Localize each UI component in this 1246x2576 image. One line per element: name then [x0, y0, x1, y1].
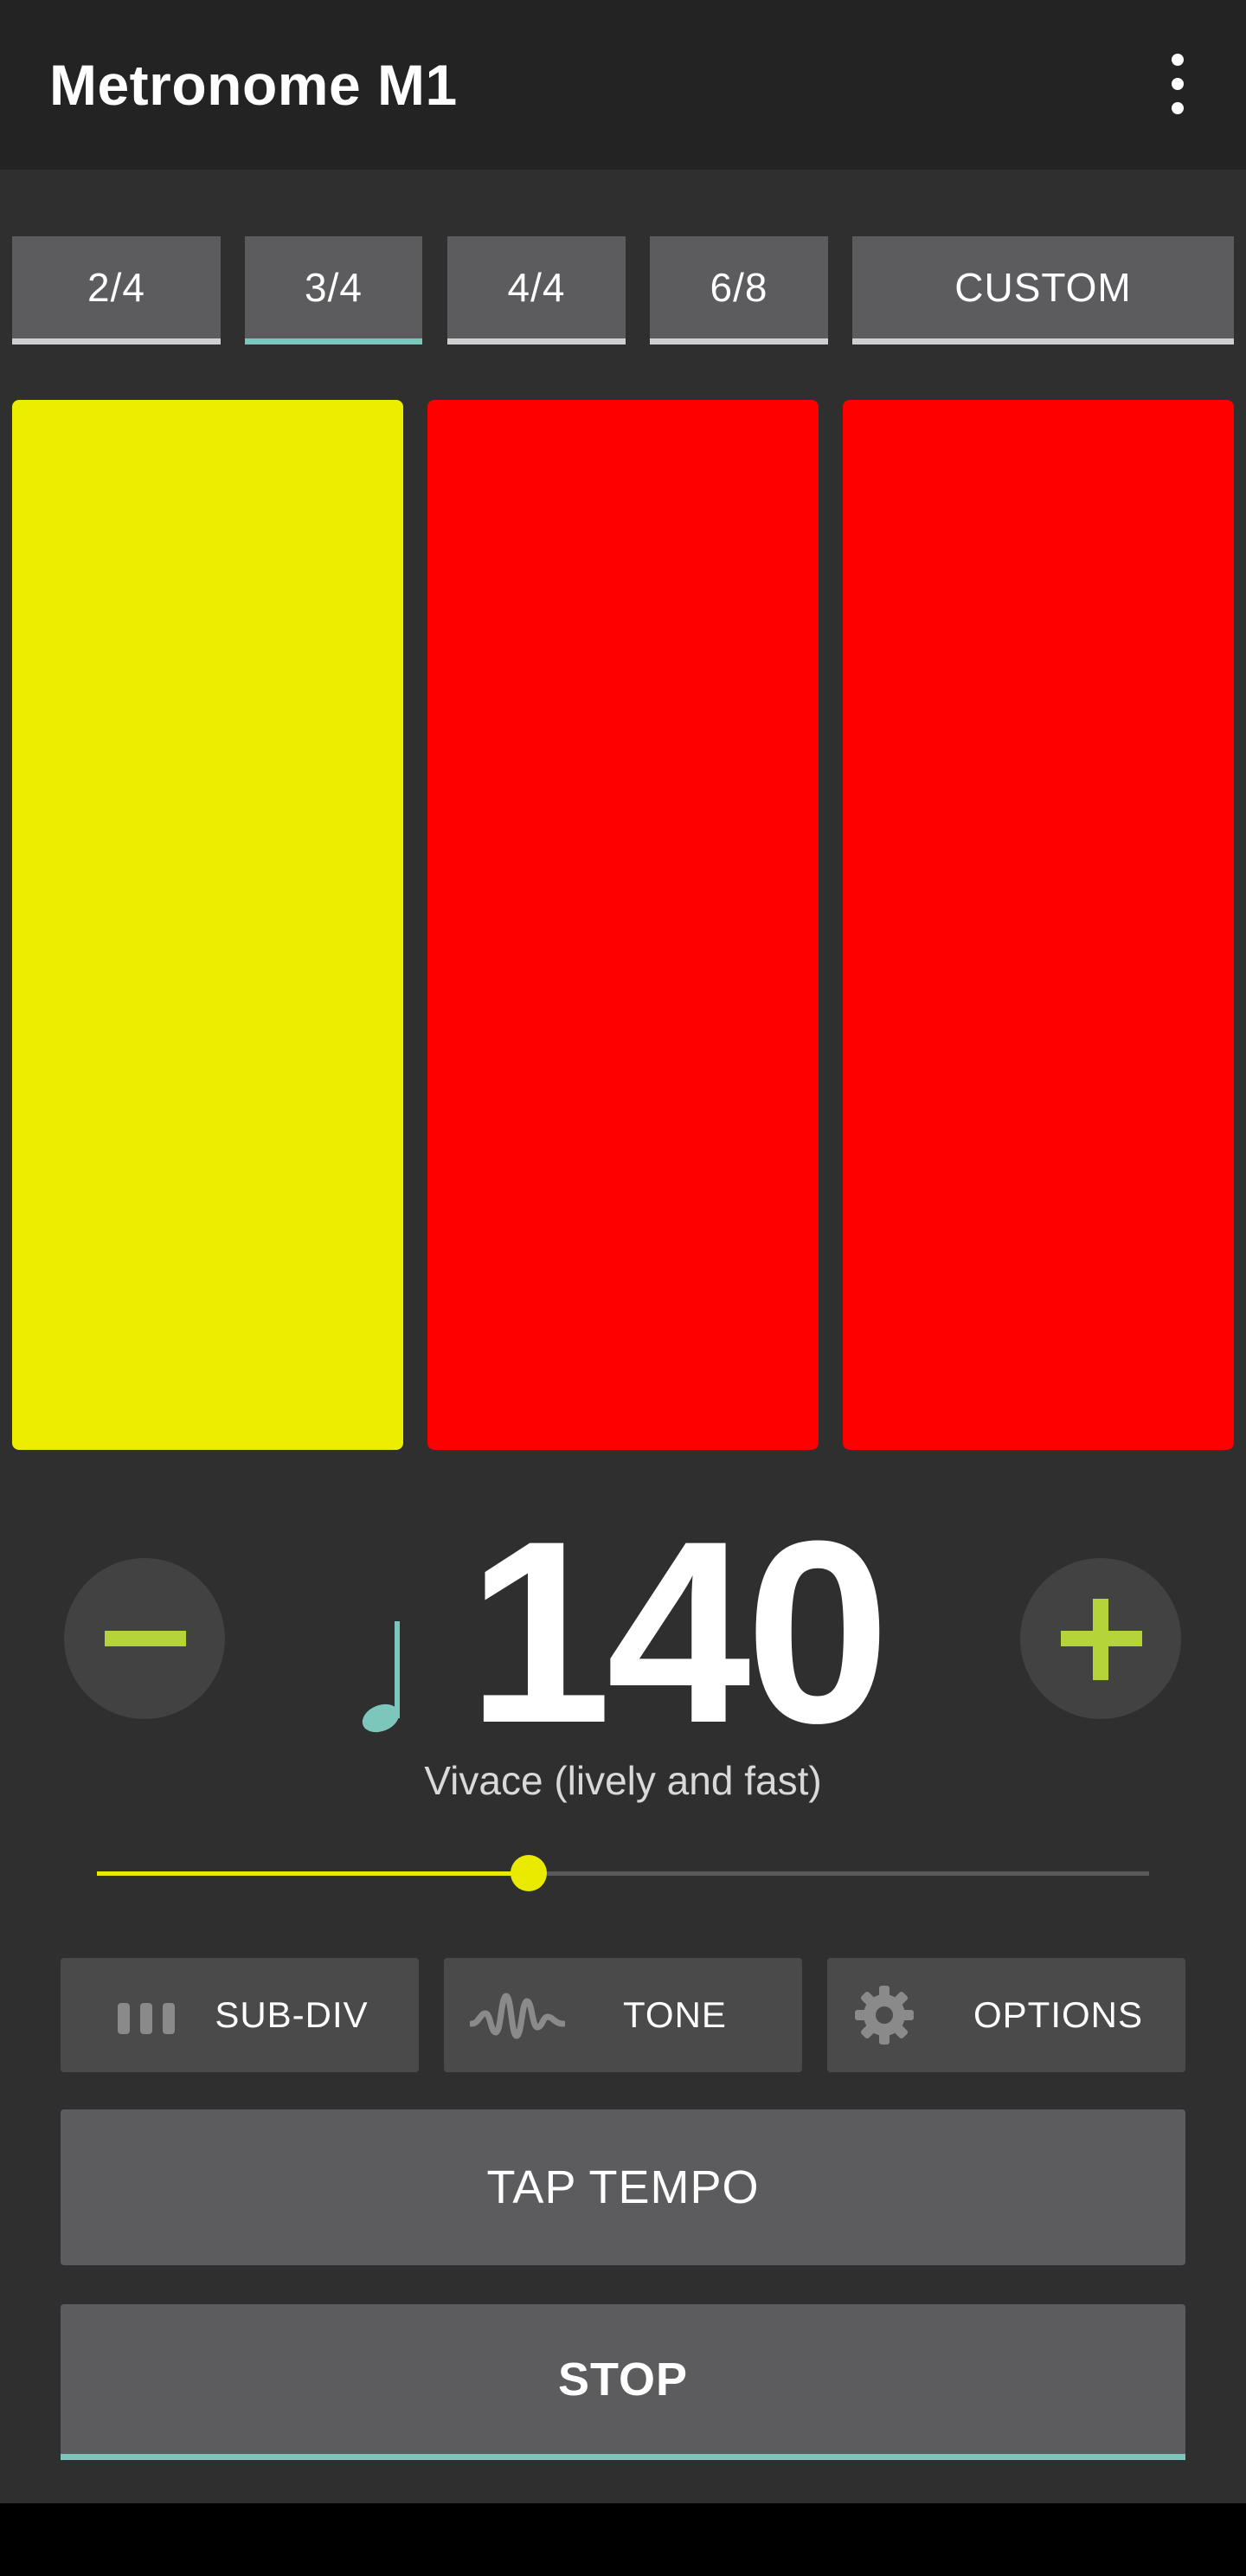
- time-signature-3-4-button[interactable]: 3/4: [245, 236, 422, 345]
- subdivision-button[interactable]: SUB-DIV: [61, 1958, 419, 2072]
- waveform-icon: [470, 1993, 565, 2039]
- system-navigation-bar: [0, 2503, 1246, 2576]
- tempo-slider-fill: [97, 1871, 529, 1876]
- tempo-bpm-value[interactable]: 140: [467, 1502, 900, 1761]
- options-button[interactable]: OPTIONS: [827, 1958, 1185, 2072]
- beat-indicator-3[interactable]: [843, 400, 1234, 1450]
- tap-tempo-button[interactable]: TAP TEMPO: [61, 2109, 1185, 2265]
- overflow-menu-icon[interactable]: [1156, 54, 1199, 114]
- stop-button[interactable]: STOP: [61, 2304, 1185, 2460]
- quarter-note-icon: [362, 1621, 400, 1733]
- tone-label: TONE: [623, 1994, 727, 2035]
- subdivision-label: SUB-DIV: [215, 1994, 369, 2035]
- time-signature-4-4-button[interactable]: 4/4: [447, 236, 626, 345]
- options-label: OPTIONS: [973, 1994, 1144, 2035]
- beat-indicator-1[interactable]: [12, 400, 403, 1450]
- time-signature-custom-button[interactable]: CUSTOM: [852, 236, 1234, 345]
- time-signature-6-8-button[interactable]: 6/8: [650, 236, 828, 345]
- increase-tempo-button[interactable]: [1020, 1558, 1181, 1719]
- gear-icon: [855, 1986, 914, 2045]
- minus-icon: [105, 1631, 186, 1646]
- subdivision-icon: [118, 2003, 175, 2034]
- app-bar: Metronome M1: [0, 0, 1246, 170]
- beat-indicator-2[interactable]: [427, 400, 819, 1450]
- tempo-slider-thumb[interactable]: [510, 1855, 547, 1891]
- app-title: Metronome M1: [49, 53, 458, 117]
- tempo-slider[interactable]: [97, 1855, 1149, 1891]
- tone-button[interactable]: TONE: [444, 1958, 802, 2072]
- time-signature-2-4-button[interactable]: 2/4: [12, 236, 221, 345]
- decrease-tempo-button[interactable]: [64, 1558, 225, 1719]
- tempo-marking-label: Vivace (lively and fast): [424, 1758, 822, 1803]
